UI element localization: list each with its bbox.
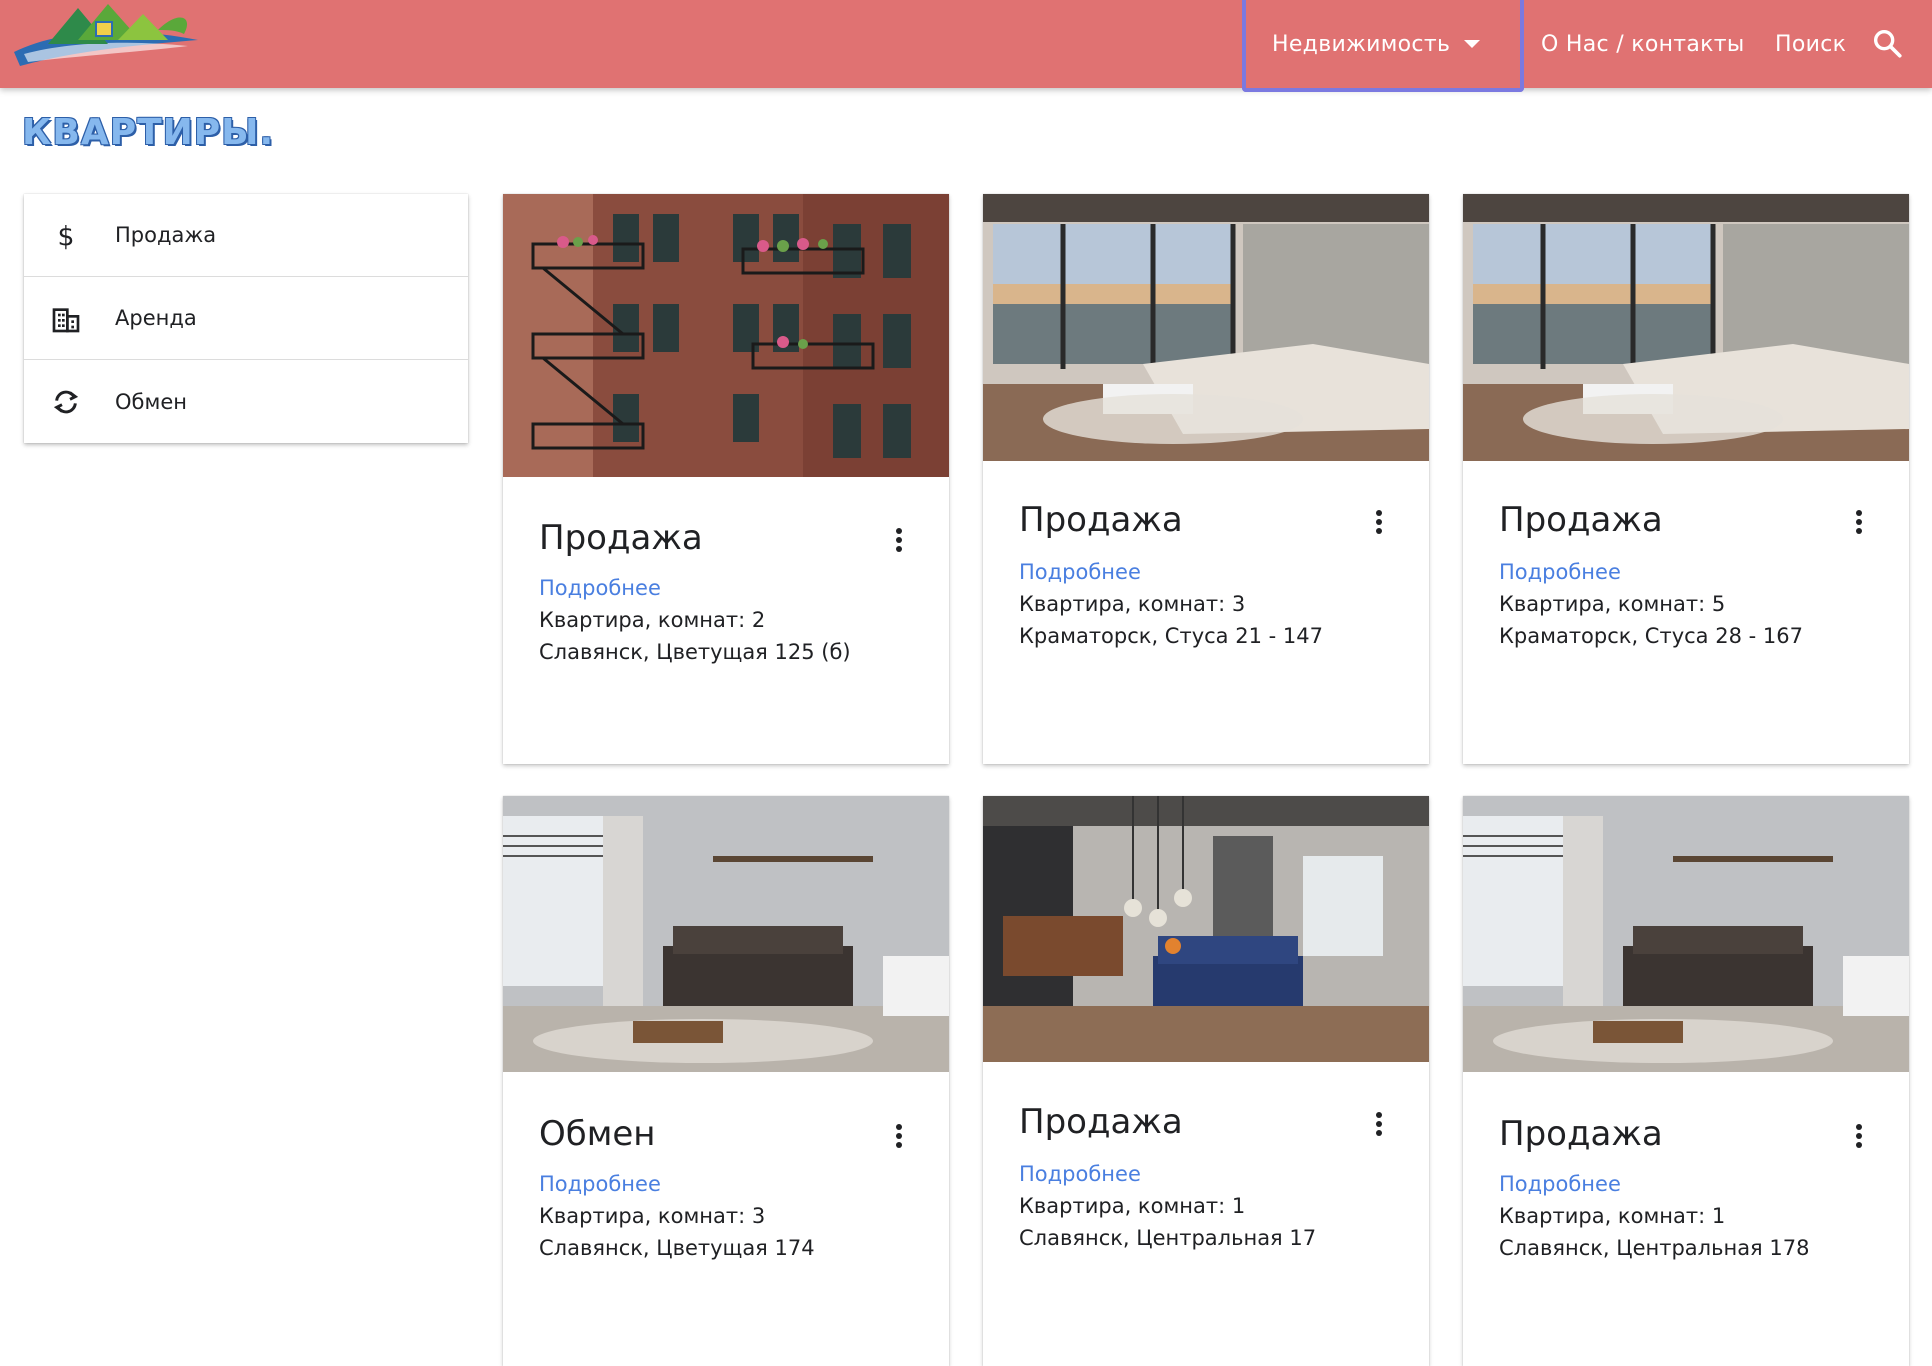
card-address-text: Краматорск, Стуса 21 - 147	[1019, 624, 1323, 648]
nav-search-link[interactable]: Поиск	[1775, 0, 1846, 88]
listing-card[interactable]: Продажа Подробнее Квартира, комнат: 1 Сл…	[983, 796, 1429, 1366]
details-link[interactable]: Подробнее	[1019, 560, 1141, 584]
sidebar-item-rent[interactable]: Аренда	[24, 277, 468, 360]
card-rooms-text: Квартира, комнат: 3	[539, 1204, 766, 1228]
card-title: Продажа	[1499, 1114, 1663, 1154]
more-vert-icon[interactable]	[893, 1124, 905, 1152]
panorama-living-room-photo[interactable]	[1463, 194, 1909, 461]
listing-card[interactable]: Продажа Подробнее Квартира, комнат: 5 Кр…	[1463, 194, 1909, 764]
dollar-icon: $	[50, 220, 82, 252]
card-title: Продажа	[1499, 500, 1663, 540]
details-link[interactable]: Подробнее	[1019, 1162, 1141, 1186]
sidebar-item-label: Обмен	[115, 389, 187, 414]
sidebar-item-exchange[interactable]: Обмен	[24, 360, 468, 443]
top-app-bar: Недвижимость О Нас / контакты Поиск	[0, 0, 1932, 92]
card-rooms-text: Квартира, комнат: 3	[1019, 592, 1246, 616]
site-logo[interactable]	[8, 0, 200, 72]
listing-card[interactable]: Продажа Подробнее Квартира, комнат: 3 Кр…	[983, 194, 1429, 764]
kitchen-living-room-photo[interactable]	[983, 796, 1429, 1062]
details-link[interactable]: Подробнее	[539, 576, 661, 600]
card-address-text: Славянск, Цветущая 125 (б)	[539, 640, 851, 664]
nav-realty-dropdown[interactable]: Недвижимость	[1242, 0, 1524, 92]
more-vert-icon[interactable]	[1853, 1124, 1865, 1152]
sidebar-item-label: Продажа	[115, 223, 217, 247]
listing-card[interactable]: Продажа Подробнее Квартира, комнат: 1 Сл…	[1463, 796, 1909, 1366]
card-address-text: Славянск, Центральная 178	[1499, 1236, 1810, 1260]
card-address-text: Славянск, Цветущая 174	[539, 1236, 815, 1260]
card-address-text: Краматорск, Стуса 28 - 167	[1499, 624, 1803, 648]
nav-about-link[interactable]: О Нас / контакты	[1541, 0, 1745, 88]
card-rooms-text: Квартира, комнат: 5	[1499, 592, 1726, 616]
sync-icon	[50, 386, 82, 418]
more-vert-icon[interactable]	[893, 528, 905, 556]
details-link[interactable]: Подробнее	[1499, 1172, 1621, 1196]
nav-search-label: Поиск	[1775, 31, 1847, 57]
listing-card[interactable]: Продажа Подробнее Квартира, комнат: 2 Сл…	[503, 194, 949, 764]
more-vert-icon[interactable]	[1853, 510, 1865, 538]
card-rooms-text: Квартира, комнат: 1	[1019, 1194, 1246, 1218]
sidebar-item-sale[interactable]: $ Продажа	[24, 194, 468, 277]
sidebar-item-label: Аренда	[115, 306, 197, 330]
details-link[interactable]: Подробнее	[539, 1172, 661, 1196]
card-title: Продажа	[1019, 1102, 1183, 1142]
search-icon[interactable]	[1870, 26, 1904, 60]
card-address-text: Славянск, Центральная 17	[1019, 1226, 1317, 1250]
grey-living-room-photo[interactable]	[503, 796, 949, 1072]
grey-living-room-photo[interactable]	[1463, 796, 1909, 1072]
panorama-living-room-photo[interactable]	[983, 194, 1429, 461]
card-title: Продажа	[539, 518, 703, 558]
more-vert-icon[interactable]	[1373, 1112, 1385, 1140]
nav-realty-label: Недвижимость	[1272, 31, 1451, 57]
card-rooms-text: Квартира, комнат: 1	[1499, 1204, 1726, 1228]
listing-card[interactable]: Обмен Подробнее Квартира, комнат: 3 Слав…	[503, 796, 949, 1366]
building-icon	[50, 303, 82, 335]
card-title: Продажа	[1019, 500, 1183, 540]
more-vert-icon[interactable]	[1373, 510, 1385, 538]
svg-text:$: $	[58, 221, 75, 252]
card-title: Обмен	[539, 1114, 656, 1154]
caret-down-icon	[1464, 40, 1480, 48]
nav-about-label: О Нас / контакты	[1541, 31, 1745, 57]
category-sidebar: $ Продажа Аренда Обмен	[24, 194, 468, 443]
details-link[interactable]: Подробнее	[1499, 560, 1621, 584]
brick-building-photo[interactable]	[503, 194, 949, 477]
page-title: КВАРТИРЫ.	[22, 112, 275, 153]
card-rooms-text: Квартира, комнат: 2	[539, 608, 766, 632]
